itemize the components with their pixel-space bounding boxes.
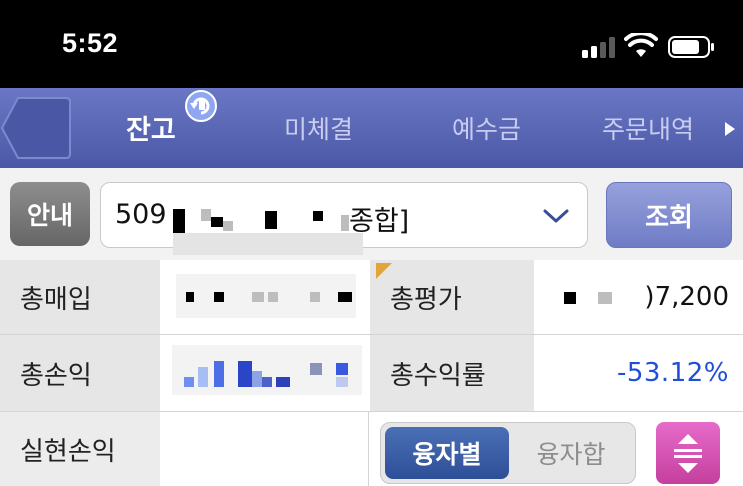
wifi-icon xyxy=(624,33,658,57)
toggle-by-loan[interactable]: 융자별 xyxy=(385,427,509,479)
realized-pl-label: 실현손익 xyxy=(0,412,160,486)
cellular-signal-icon xyxy=(582,36,618,58)
total-return-value: -53.12% xyxy=(534,335,743,411)
total-eval-value: )7,200 xyxy=(534,260,743,334)
guide-button[interactable]: 안내 xyxy=(10,182,90,246)
total-return-label: 총수익률 xyxy=(370,335,534,411)
account-select[interactable]: 509 종합] xyxy=(100,182,588,255)
battery-icon xyxy=(668,36,714,58)
refresh-icon[interactable] xyxy=(184,89,218,123)
tab-deposit[interactable]: 예수금 xyxy=(452,110,521,146)
search-button[interactable]: 조회 xyxy=(606,182,732,248)
status-bar: 5:52 xyxy=(0,0,743,88)
scroll-right-icon[interactable] xyxy=(724,121,736,137)
note-marker xyxy=(376,263,392,279)
total-purchase-value xyxy=(160,260,368,334)
total-pl-value xyxy=(160,335,368,411)
sort-button[interactable] xyxy=(656,422,720,484)
chevron-down-icon xyxy=(543,209,569,223)
total-pl-label: 총손익 xyxy=(0,335,160,411)
sort-icon xyxy=(674,434,702,473)
divider xyxy=(368,412,369,486)
tab-unfilled[interactable]: 미체결 xyxy=(284,110,353,146)
tab-balance[interactable]: 잔고 xyxy=(126,108,176,147)
account-type: 종합] xyxy=(349,206,410,237)
total-purchase-label: 총매입 xyxy=(0,260,160,334)
loan-view-toggle[interactable]: 융자별 융자합 xyxy=(380,422,636,484)
clock: 5:52 xyxy=(62,28,119,58)
total-eval-label: 총평가 xyxy=(370,260,534,334)
account-row: 안내 509 종합] 조회 xyxy=(0,168,743,260)
tab-bar: 잔고 미체결 예수금 주문내역 xyxy=(0,88,743,168)
realized-pl-value xyxy=(160,412,368,486)
total-eval-amount: )7,200 xyxy=(644,282,729,312)
back-button[interactable] xyxy=(0,96,72,160)
account-number: 509 xyxy=(115,199,167,230)
tab-order-history[interactable]: 주문내역 xyxy=(602,110,694,146)
toggle-loan-sum[interactable]: 융자합 xyxy=(511,427,631,479)
